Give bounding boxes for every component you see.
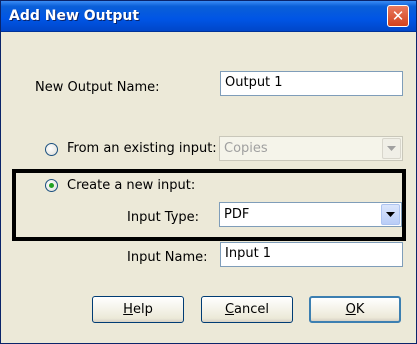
existing-input-label: From an existing input:: [67, 141, 217, 156]
input-type-select[interactable]: PDF: [219, 202, 402, 227]
existing-input-radio[interactable]: [45, 143, 58, 156]
output-name-input[interactable]: Output 1: [220, 71, 403, 96]
help-mnemonic: H: [123, 302, 133, 317]
cancel-mnemonic: C: [224, 302, 235, 317]
input-name-input[interactable]: Input 1: [220, 242, 403, 267]
dialog-title: Add New Output: [9, 8, 140, 24]
new-input-label: Create a new input:: [67, 178, 196, 193]
help-label: elp: [132, 302, 153, 317]
new-input-radio[interactable]: [45, 179, 58, 192]
input-type-value: PDF: [224, 207, 250, 222]
chevron-down-icon[interactable]: [381, 204, 400, 225]
close-button[interactable]: ✕: [387, 5, 409, 27]
existing-input-select[interactable]: Copies: [219, 136, 403, 161]
output-name-label: New Output Name:: [35, 80, 160, 95]
cancel-button[interactable]: Cancel: [201, 296, 293, 323]
radio-selected-icon: [49, 183, 54, 188]
input-type-label: Input Type:: [127, 210, 200, 225]
title-bar[interactable]: Add New Output ✕: [1, 1, 416, 32]
cancel-label: ancel: [234, 302, 270, 317]
ok-label: K: [355, 302, 365, 317]
ok-mnemonic: O: [345, 302, 356, 317]
help-button[interactable]: Help: [92, 296, 184, 323]
input-name-label: Input Name:: [127, 250, 208, 265]
ok-button[interactable]: OK: [309, 296, 401, 323]
chevron-down-icon[interactable]: [382, 138, 401, 159]
add-new-output-dialog: Add New Output ✕ New Output Name: Output…: [0, 0, 417, 344]
dialog-body: New Output Name: Output 1 From an existi…: [1, 32, 416, 343]
close-icon: ✕: [391, 7, 405, 25]
existing-input-value: Copies: [224, 141, 268, 156]
